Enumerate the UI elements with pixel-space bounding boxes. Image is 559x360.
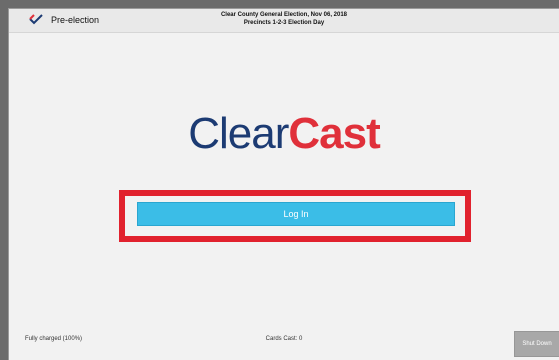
logo-text-cast: Cast <box>288 109 380 158</box>
election-name: Clear County General Election, Nov 06, 2… <box>220 12 348 18</box>
clearcast-logo: ClearCast <box>9 112 559 156</box>
cards-cast-status: Cards Cast: 0 <box>265 336 303 342</box>
screen: Pre-election Clear County General Electi… <box>8 8 559 360</box>
election-title: Clear County General Election, Nov 06, 2… <box>9 11 559 27</box>
election-precincts: Precincts 1-2-3 Election Day <box>243 20 325 26</box>
logo-text-clear: Clear <box>188 109 289 158</box>
device-frame: Pre-election Clear County General Electi… <box>0 0 559 360</box>
shutdown-button[interactable]: Shut Down <box>514 331 559 357</box>
top-bar: Pre-election Clear County General Electi… <box>9 9 559 33</box>
login-button[interactable]: Log In <box>137 202 455 226</box>
